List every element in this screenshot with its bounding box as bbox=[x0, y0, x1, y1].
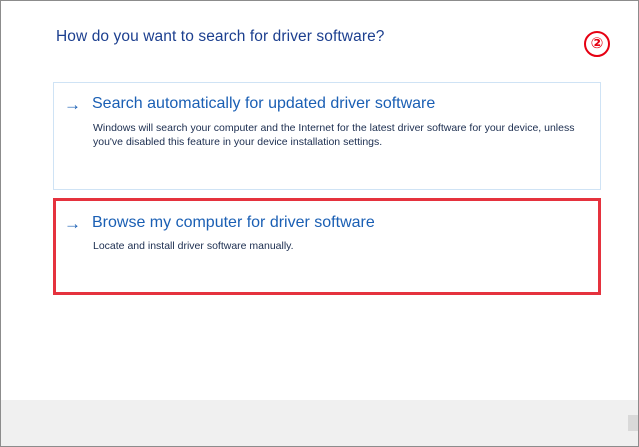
arrow-right-icon: → bbox=[64, 94, 81, 114]
option-title-row: → Browse my computer for driver software bbox=[64, 214, 375, 232]
arrow-right-icon: → bbox=[64, 213, 81, 233]
search-automatically-option[interactable]: → Search automatically for updated drive… bbox=[53, 82, 601, 190]
dialog-window: How do you want to search for driver sof… bbox=[0, 0, 639, 447]
search-automatically-label: Search automatically for updated driver … bbox=[92, 95, 436, 112]
browse-computer-label: Browse my computer for driver software bbox=[92, 214, 375, 231]
browse-computer-description: Locate and install driver software manua… bbox=[93, 240, 294, 252]
dialog-heading: How do you want to search for driver sof… bbox=[56, 28, 385, 45]
dialog-footer bbox=[1, 400, 638, 446]
step-number-badge: ② bbox=[584, 31, 610, 57]
browse-computer-option[interactable]: → Browse my computer for driver software… bbox=[53, 198, 601, 295]
search-automatically-description: Windows will search your computer and th… bbox=[93, 122, 575, 148]
option-title-row: → Search automatically for updated drive… bbox=[64, 95, 435, 113]
footer-edge-button bbox=[628, 415, 638, 431]
